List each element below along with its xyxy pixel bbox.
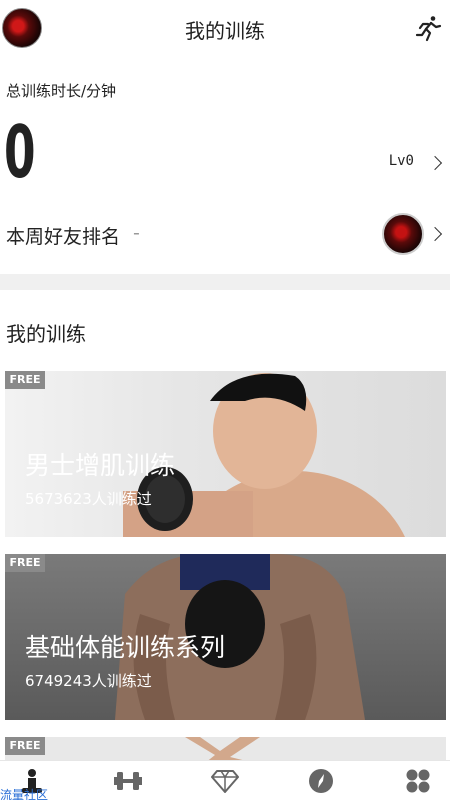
rank-friend-avatar[interactable] bbox=[382, 213, 424, 255]
dumbbell-icon bbox=[114, 772, 142, 790]
weekly-rank-label[interactable]: 本周好友排名 bbox=[6, 222, 120, 249]
tab-premium[interactable] bbox=[207, 767, 243, 795]
total-duration-label: 总训练时长/分钟 bbox=[6, 82, 117, 100]
course-participants: 6749243人训练过 bbox=[25, 672, 152, 690]
my-training-title: 我的训练 bbox=[6, 322, 86, 346]
diamond-icon bbox=[211, 770, 239, 793]
course-name: 基础体能训练系列 bbox=[25, 633, 226, 662]
course-card-fitness[interactable]: FREE 基础体能训练系列 6749243人训练过 bbox=[5, 554, 446, 720]
tab-more[interactable] bbox=[400, 767, 436, 795]
rank-chevron-icon[interactable] bbox=[427, 226, 443, 242]
free-badge: FREE bbox=[5, 554, 45, 572]
level-chevron-icon[interactable] bbox=[427, 155, 443, 171]
bottom-tab-bar bbox=[0, 760, 450, 800]
more-icon bbox=[406, 769, 430, 793]
running-icon[interactable] bbox=[414, 14, 442, 42]
page-title: 我的训练 bbox=[185, 19, 265, 43]
weekly-rank-value: - bbox=[133, 222, 140, 244]
compass-icon bbox=[309, 769, 333, 793]
top-bar: 我的训练 bbox=[0, 0, 450, 56]
tab-equipment[interactable] bbox=[110, 767, 146, 795]
total-duration-value: 0 bbox=[4, 110, 36, 194]
free-badge: FREE bbox=[5, 371, 45, 389]
course-name: 男士增肌训练 bbox=[25, 451, 176, 480]
course-card-muscle[interactable]: FREE 男士增肌训练 5673623人训练过 bbox=[5, 371, 446, 537]
level-label[interactable]: Lv0 bbox=[389, 153, 414, 169]
free-badge: FREE bbox=[5, 737, 45, 755]
section-divider bbox=[0, 274, 450, 290]
course-participants: 5673623人训练过 bbox=[25, 490, 152, 508]
community-overlay-label[interactable]: 流量社区 bbox=[0, 786, 48, 800]
tab-discover[interactable] bbox=[303, 767, 339, 795]
